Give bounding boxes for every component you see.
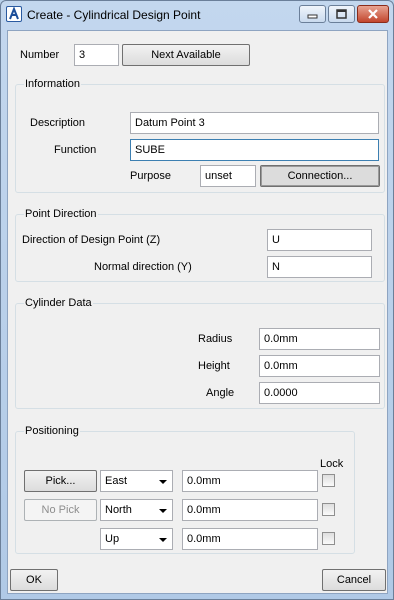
direction-input[interactable]: U (267, 229, 372, 251)
function-input[interactable]: SUBE (130, 139, 379, 161)
normal-direction-input[interactable]: N (267, 256, 372, 278)
cancel-button[interactable]: Cancel (322, 569, 386, 591)
point-direction-title: Point Direction (24, 208, 98, 220)
height-input[interactable]: 0.0mm (259, 355, 380, 377)
north-offset-input[interactable]: 0.0mm (182, 499, 318, 521)
lock-checkbox-north[interactable] (322, 503, 335, 516)
lock-label: Lock (320, 458, 344, 470)
information-title: Information (24, 78, 82, 90)
minimize-button[interactable] (299, 5, 326, 23)
direction-select-north[interactable]: North (100, 499, 173, 521)
title-bar[interactable]: Create - Cylindrical Design Point (1, 1, 393, 29)
angle-input[interactable]: 0.0000 (259, 382, 380, 404)
chevron-down-icon (159, 538, 167, 542)
window-title: Create - Cylindrical Design Point (27, 8, 201, 22)
number-label: Number (20, 49, 60, 61)
function-label: Function (54, 144, 97, 156)
angle-label: Angle (206, 387, 235, 399)
maximize-icon (336, 9, 347, 19)
app-icon (6, 6, 22, 22)
direction-select-value: Up (105, 533, 120, 545)
radius-label: Radius (198, 333, 233, 345)
radius-input[interactable]: 0.0mm (259, 328, 380, 350)
next-available-button[interactable]: Next Available (122, 44, 250, 66)
close-icon (368, 9, 378, 19)
height-label: Height (198, 360, 230, 372)
description-input[interactable]: Datum Point 3 (130, 112, 379, 134)
number-input[interactable]: 3 (74, 44, 119, 66)
cylinder-data-title: Cylinder Data (24, 297, 93, 309)
direction-label: Direction of Design Point (Z) (22, 234, 161, 246)
no-pick-button[interactable]: No Pick (24, 499, 97, 521)
minimize-icon (307, 14, 318, 19)
maximize-button[interactable] (328, 5, 355, 23)
chevron-down-icon (159, 509, 167, 513)
normal-direction-label: Normal direction (Y) (94, 261, 192, 273)
east-offset-input[interactable]: 0.0mm (182, 470, 318, 492)
chevron-down-icon (159, 480, 167, 484)
direction-select-east[interactable]: East (100, 470, 173, 492)
direction-select-value: North (105, 504, 132, 516)
close-button[interactable] (357, 5, 389, 23)
dialog-client: Number 3 Next Available Information Desc… (7, 30, 388, 594)
purpose-label: Purpose (130, 170, 171, 182)
pick-button[interactable]: Pick... (24, 470, 97, 492)
up-offset-input[interactable]: 0.0mm (182, 528, 318, 550)
dialog-window: Create - Cylindrical Design Point Number… (0, 0, 394, 600)
lock-checkbox-east[interactable] (322, 474, 335, 487)
purpose-input[interactable]: unset (200, 165, 256, 187)
lock-checkbox-up[interactable] (322, 532, 335, 545)
positioning-title: Positioning (24, 425, 80, 437)
direction-select-value: East (105, 475, 128, 487)
description-label: Description (30, 117, 86, 129)
ok-button[interactable]: OK (10, 569, 58, 591)
connection-button[interactable]: Connection... (260, 165, 380, 187)
direction-select-up[interactable]: Up (100, 528, 173, 550)
